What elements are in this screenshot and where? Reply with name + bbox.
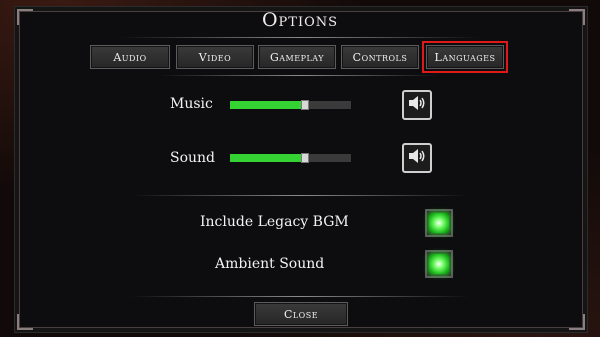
title-divider <box>120 37 480 38</box>
ambient-sound-toggle[interactable] <box>425 250 453 278</box>
options-title: Options <box>261 9 339 31</box>
sound-slider-handle[interactable] <box>301 153 310 163</box>
speaker-icon <box>407 147 427 169</box>
tabs-divider <box>160 75 440 76</box>
legacy-bgm-label: Include Legacy BGM <box>200 214 349 230</box>
tab-languages[interactable]: Languages <box>422 41 508 73</box>
corner-ornament <box>17 314 33 330</box>
ambient-sound-label: Ambient Sound <box>215 256 325 272</box>
music-slider-fill <box>230 101 306 109</box>
tab-audio[interactable]: Audio <box>90 45 170 69</box>
footer-divider <box>130 296 470 297</box>
speaker-icon <box>407 94 427 116</box>
close-button[interactable]: Close <box>254 302 348 326</box>
music-speaker-button[interactable] <box>402 90 432 120</box>
corner-ornament <box>569 314 585 330</box>
tab-video[interactable]: Video <box>176 45 254 69</box>
music-slider-handle[interactable] <box>301 100 310 110</box>
sound-label: Sound <box>170 150 216 166</box>
legacy-bgm-toggle[interactable] <box>425 209 453 237</box>
toggle-on-indicator <box>429 254 449 274</box>
sound-speaker-button[interactable] <box>402 143 432 173</box>
toggle-on-indicator <box>429 213 449 233</box>
sound-slider-fill <box>230 154 306 162</box>
section-divider <box>130 195 470 196</box>
music-slider[interactable] <box>230 100 351 110</box>
music-label: Music <box>170 96 213 112</box>
tab-controls[interactable]: Controls <box>341 45 419 69</box>
tab-gameplay[interactable]: Gameplay <box>258 45 336 69</box>
sound-slider[interactable] <box>230 153 351 163</box>
